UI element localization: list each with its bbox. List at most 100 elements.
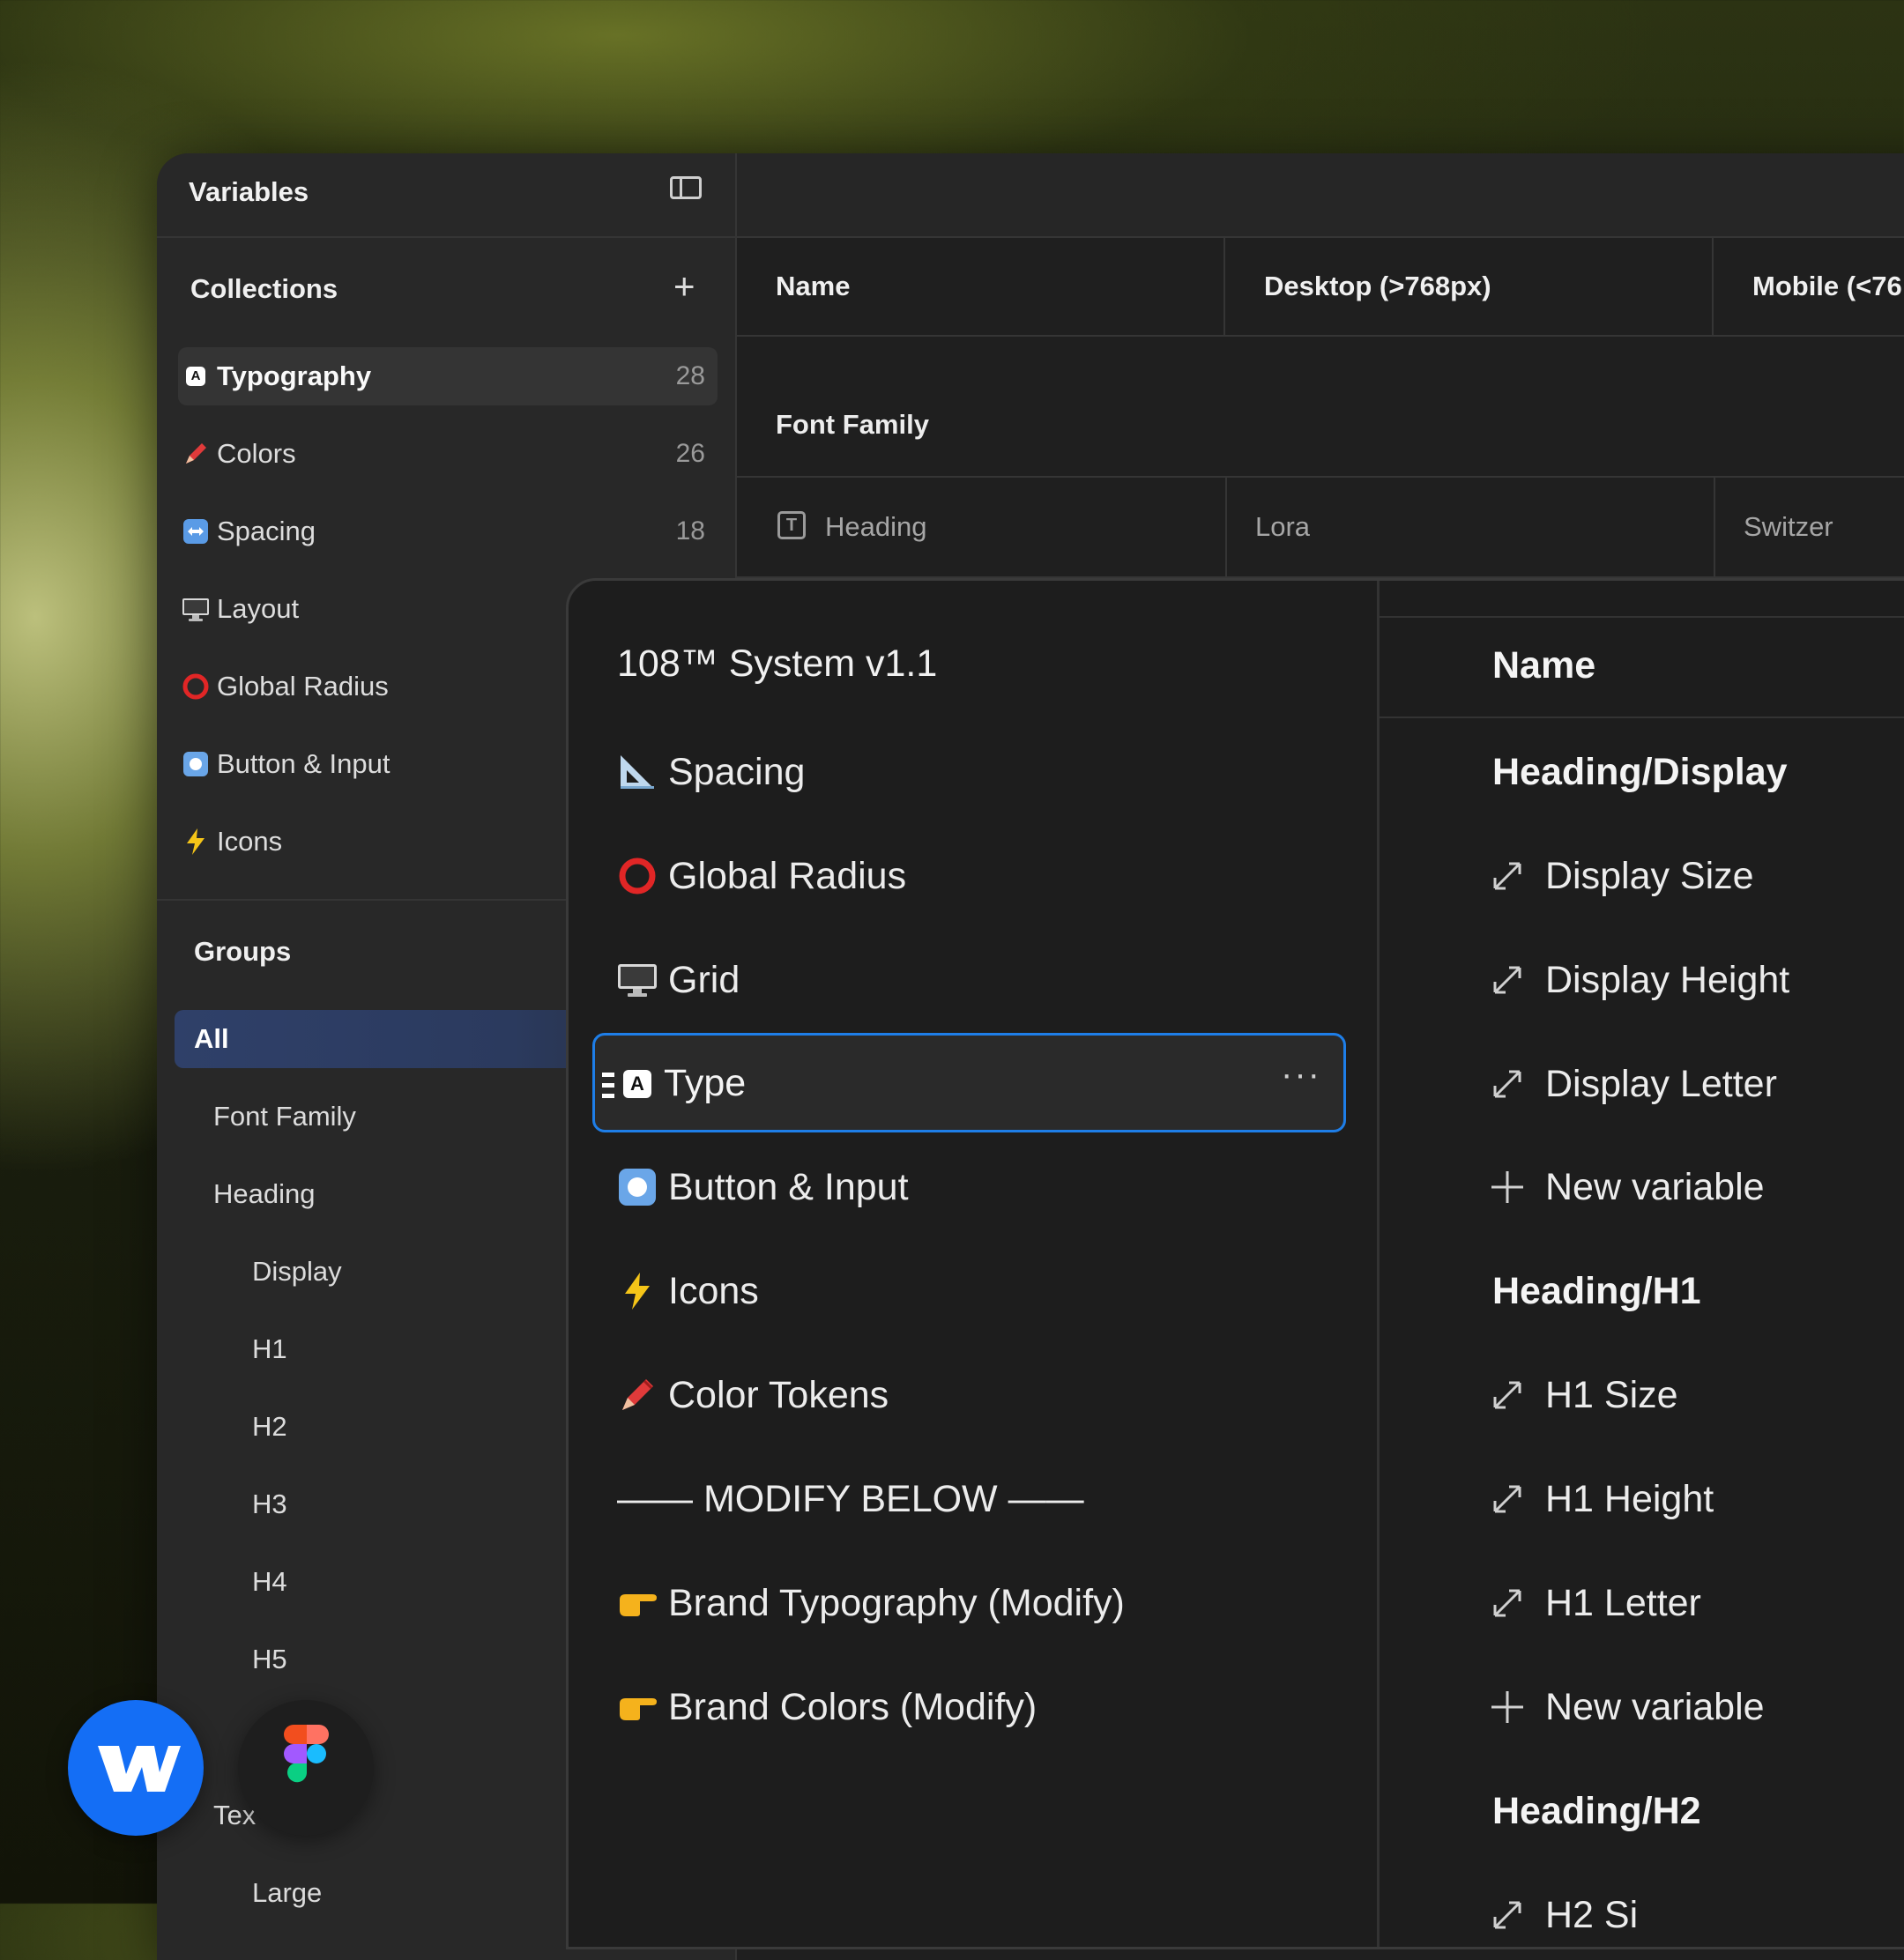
triangular-ruler-icon (617, 752, 658, 792)
webflow-logo (68, 1700, 204, 1836)
group-heading-h2: Heading/H2 (1492, 1789, 1701, 1832)
variable-display-height[interactable]: Display Height (1487, 945, 1789, 1015)
groups-heading: Groups (194, 936, 292, 967)
group-h4[interactable]: H4 (252, 1554, 287, 1610)
collection-panel: 108™ System v1.1 Spacing Global Radius G… (566, 578, 1904, 1949)
list-header-name[interactable]: Name (1492, 630, 1595, 701)
column-header-label: Name (776, 271, 851, 301)
variable-h1-size[interactable]: H1 Size (1487, 1360, 1678, 1430)
crayon-icon (617, 1375, 658, 1415)
collection-count: 26 (675, 439, 705, 468)
collection-colors[interactable]: Colors (180, 426, 296, 482)
collections-heading: Collections (190, 273, 338, 304)
panel-item-label: —— MODIFY BELOW —— (617, 1477, 1084, 1520)
variable-h1-height[interactable]: H1 Height (1487, 1464, 1714, 1534)
collection-label: Layout (217, 593, 300, 624)
panel-item-label: Button & Input (668, 1165, 909, 1208)
window-title: Variables (189, 176, 309, 207)
panel-item-label: Global Radius (668, 854, 907, 897)
column-header-mobile[interactable]: Mobile (<76 (1714, 238, 1904, 337)
panel-item-icons[interactable]: Icons (617, 1256, 759, 1326)
variable-label: Display Height (1545, 958, 1790, 1001)
variable-h1-letter[interactable]: H1 Letter (1487, 1568, 1701, 1638)
collection-layout[interactable]: Layout (180, 581, 299, 637)
collection-typography[interactable]: A Typography (180, 348, 371, 405)
group-font-family[interactable]: Font Family (213, 1088, 356, 1145)
pointing-hand-icon (617, 1687, 658, 1727)
text-type-icon: T (777, 511, 806, 539)
variable-h2-size[interactable]: H2 Si (1487, 1880, 1638, 1947)
resize-arrow-icon (1487, 1481, 1528, 1517)
panel-item-brand-typography[interactable]: Brand Typography (Modify) (617, 1568, 1125, 1638)
row-name: Heading (825, 511, 927, 542)
record-button-icon (180, 751, 212, 777)
panel-item-label: Color Tokens (668, 1373, 889, 1416)
more-options-icon[interactable]: ··· (1281, 1055, 1321, 1095)
toggle-sidebar-icon[interactable] (670, 176, 702, 199)
variable-label: Display Size (1545, 854, 1754, 897)
left-right-arrow-icon (180, 518, 212, 545)
panel-item-label: Grid (668, 958, 740, 1001)
panel-item-label: Brand Typography (Modify) (668, 1581, 1125, 1624)
panel-item-color-tokens[interactable]: Color Tokens (617, 1360, 889, 1430)
divider (1380, 616, 1904, 618)
variables-list: Name Heading/Display Display Size Displa… (1380, 581, 1904, 1947)
group-h5[interactable]: H5 (252, 1631, 287, 1688)
panel-item-type[interactable]: A Type ··· (592, 1033, 1346, 1132)
collection-label: Typography (217, 360, 372, 391)
column-header-name[interactable]: Name (737, 238, 1225, 337)
collection-label: Colors (217, 438, 296, 469)
group-heading-display: Heading/Display (1492, 750, 1788, 793)
column-header-desktop[interactable]: Desktop (>768px) (1225, 238, 1714, 337)
plus-icon (1487, 1689, 1528, 1725)
new-variable-button[interactable]: New variable (1487, 1152, 1765, 1222)
panel-item-global-radius[interactable]: Global Radius (617, 841, 906, 911)
variable-label: H1 Height (1545, 1477, 1714, 1520)
group-display[interactable]: Display (252, 1244, 342, 1300)
column-header-label: Desktop (>768px) (1264, 271, 1491, 301)
panel-item-brand-colors[interactable]: Brand Colors (Modify) (617, 1672, 1037, 1742)
resize-arrow-icon (1487, 1377, 1528, 1413)
variable-label: H1 Size (1545, 1373, 1678, 1416)
collection-spacing[interactable]: Spacing (180, 503, 316, 560)
resize-arrow-icon (1487, 962, 1528, 998)
group-heading[interactable]: Heading (213, 1166, 315, 1222)
column-header-label: Mobile (<76 (1752, 271, 1902, 301)
variable-display-letter[interactable]: Display Letter (1487, 1049, 1777, 1119)
drag-handle-icon[interactable] (602, 1073, 614, 1098)
group-h1[interactable]: H1 (252, 1321, 287, 1377)
collection-button-input[interactable]: Button & Input (180, 736, 390, 792)
group-large[interactable]: Large (252, 1865, 322, 1921)
new-variable-label: New variable (1545, 1685, 1765, 1728)
variable-display-size[interactable]: Display Size (1487, 841, 1754, 911)
collection-icons[interactable]: Icons (180, 813, 282, 870)
panel-item-label: Brand Colors (Modify) (668, 1685, 1038, 1728)
crayon-icon (180, 441, 212, 467)
resize-arrow-icon (1487, 1066, 1528, 1102)
panel-item-divider-label[interactable]: —— MODIFY BELOW —— (617, 1464, 1084, 1534)
group-all[interactable]: All (194, 1011, 229, 1067)
row-desktop-value[interactable]: Lora (1255, 511, 1310, 543)
record-button-icon (617, 1167, 658, 1207)
table-row[interactable]: T Heading Lora Switzer (737, 478, 1904, 578)
section-title: Font Family (776, 409, 929, 440)
resize-arrow-icon (1487, 858, 1528, 894)
group-h2[interactable]: H2 (252, 1399, 287, 1455)
panel-item-grid[interactable]: Grid (617, 945, 740, 1015)
group-h3[interactable]: H3 (252, 1476, 287, 1533)
collection-count: 18 (675, 516, 705, 546)
panel-item-label: Type (664, 1062, 747, 1104)
figma-logo (238, 1700, 374, 1836)
a-box-icon: A (623, 1070, 651, 1098)
collection-global-radius[interactable]: Global Radius (180, 658, 389, 715)
table-toolbar (737, 153, 1904, 238)
new-variable-button[interactable]: New variable (1487, 1672, 1765, 1742)
add-collection-icon[interactable]: + (673, 268, 695, 305)
collection-label: Button & Input (217, 748, 390, 779)
collection-label: Icons (217, 826, 283, 857)
red-circle-icon (180, 672, 212, 701)
row-mobile-value[interactable]: Switzer (1744, 511, 1833, 543)
divider (1380, 716, 1904, 718)
panel-item-spacing[interactable]: Spacing (617, 737, 805, 807)
panel-item-button-input[interactable]: Button & Input (617, 1152, 909, 1222)
